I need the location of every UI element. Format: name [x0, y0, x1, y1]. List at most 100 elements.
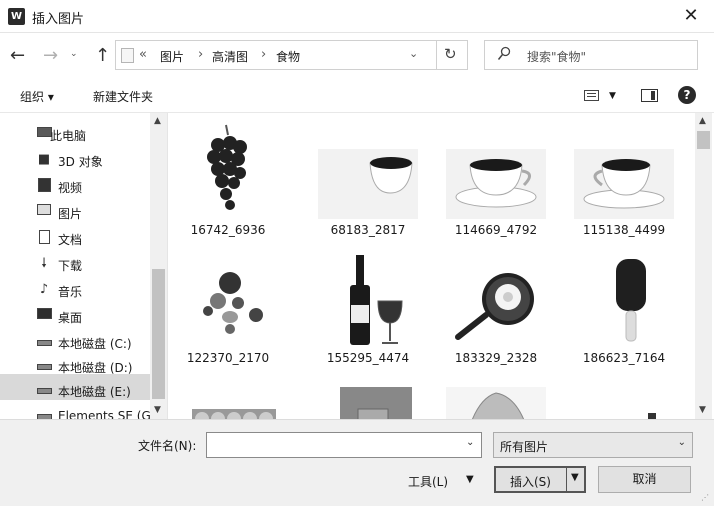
scroll-up-arrow[interactable]: ▲: [154, 116, 161, 126]
file-item[interactable]: 122370_2170: [168, 241, 288, 371]
command-toolbar: 组织 ▾ 新建文件夹 ▼ ?: [0, 79, 714, 113]
glass-thumbnail: [318, 379, 418, 419]
document-icon: [36, 230, 52, 246]
folder-icon: [121, 48, 134, 63]
cancel-button[interactable]: 取消: [598, 466, 691, 493]
bottle-thumbnail: [574, 379, 674, 419]
download-icon: 🠗: [41, 256, 47, 271]
eggs-thumbnail: [178, 379, 278, 419]
sidebar-item-label: 下载: [58, 259, 83, 273]
refresh-button[interactable]: ↻: [444, 45, 457, 63]
file-type-select[interactable]: 所有图片 ⌄: [493, 432, 693, 458]
forward-button[interactable]: →: [43, 45, 58, 66]
scroll-thumb[interactable]: [697, 131, 710, 149]
address-overflow[interactable]: «: [139, 47, 147, 62]
file-name: 183329_2328: [454, 351, 538, 365]
sidebar-item-label: 图片: [58, 207, 83, 221]
sidebar-item-music[interactable]: ♪ 音乐: [0, 277, 150, 303]
sidebar-item-label: 桌面: [58, 311, 83, 325]
file-item[interactable]: [168, 369, 288, 419]
view-list-icon: [584, 90, 599, 101]
up-button[interactable]: ↑: [95, 45, 110, 66]
preview-pane-button[interactable]: [641, 89, 658, 102]
filename-input[interactable]: [206, 432, 482, 458]
resize-grip-icon[interactable]: ⋰: [701, 493, 711, 503]
organize-button[interactable]: 组织 ▾: [20, 88, 54, 105]
chevron-down-icon: ▼: [609, 90, 616, 101]
breadcrumb-food[interactable]: 食物: [276, 48, 300, 65]
desktop-icon: [36, 308, 52, 324]
sidebar-item-desktop[interactable]: 桌面: [0, 303, 150, 329]
file-name: 186623_7164: [582, 351, 666, 365]
file-item[interactable]: 186623_7164: [564, 241, 684, 371]
chevron-down-icon: ⌄: [677, 437, 686, 448]
address-bar[interactable]: « 图片 › 高清图 › 食物 ⌄ ↻: [115, 40, 468, 70]
sidebar-item-elements-se[interactable]: Elements SE (G: [0, 403, 151, 419]
sidebar-item-drive-e[interactable]: 本地磁盘 (E:): [0, 377, 150, 403]
drive-icon: [36, 382, 52, 398]
file-name: 122370_2170: [186, 351, 270, 365]
file-list-scrollbar[interactable]: ▲ ▼: [695, 113, 712, 419]
file-item[interactable]: 114669_4792: [436, 113, 556, 243]
drive-icon: [36, 358, 52, 374]
sidebar-item-label: 音乐: [58, 285, 83, 299]
eggshell-thumbnail: [446, 379, 546, 419]
search-placeholder: 搜索"食物": [527, 50, 587, 64]
file-item[interactable]: [308, 369, 428, 419]
recent-locations-button[interactable]: ⌄: [70, 49, 78, 59]
file-name: 155295_4474: [326, 351, 410, 365]
insert-button[interactable]: 插入(S) ▼: [494, 466, 586, 493]
tools-dropdown-icon[interactable]: ▼: [466, 474, 474, 485]
new-folder-button[interactable]: 新建文件夹: [93, 88, 153, 105]
coffee-cup-thumbnail: [574, 123, 674, 219]
dialog-footer: 文件名(N): ⌄ 所有图片 ⌄ 工具(L) ▼ 插入(S) ▼ 取消 ⋰: [0, 419, 714, 506]
filename-history-dropdown[interactable]: ⌄: [466, 437, 474, 448]
breadcrumb-hd-pictures[interactable]: 高清图: [212, 48, 248, 65]
close-button[interactable]: ✕: [668, 0, 714, 32]
file-item[interactable]: 115138_4499: [564, 113, 684, 243]
sidebar-item-drive-c[interactable]: 本地磁盘 (C:): [0, 329, 150, 355]
file-name: 68183_2817: [330, 223, 406, 237]
file-item[interactable]: 68183_2817: [308, 113, 428, 243]
sidebar-item-downloads[interactable]: 🠗 下载: [0, 251, 150, 277]
scroll-up-arrow[interactable]: ▲: [699, 116, 706, 126]
window-title: 插入图片: [32, 12, 85, 27]
scroll-thumb[interactable]: [152, 269, 165, 399]
scroll-down-arrow[interactable]: ▼: [154, 405, 161, 415]
sidebar-item-this-pc[interactable]: 此电脑: [0, 121, 150, 147]
drive-icon: [36, 408, 52, 419]
insert-button-label: 插入(S): [510, 475, 551, 489]
sidebar-item-videos[interactable]: 视频: [0, 173, 150, 199]
breadcrumb-pictures[interactable]: 图片: [160, 48, 184, 65]
file-item[interactable]: 155295_4474: [308, 241, 428, 371]
file-item[interactable]: 183329_2328: [436, 241, 556, 371]
file-item[interactable]: [436, 369, 556, 419]
insert-options-dropdown[interactable]: ▼: [571, 472, 579, 483]
file-item[interactable]: 16742_6936: [168, 113, 288, 243]
sidebar-item-documents[interactable]: 文档: [0, 225, 150, 251]
drive-icon: [36, 334, 52, 350]
file-item[interactable]: [564, 369, 684, 419]
help-button[interactable]: ?: [678, 86, 696, 104]
address-dropdown-button[interactable]: ⌄: [409, 47, 418, 60]
file-list: 16742_6936 68183_2817 114669_4792 115138…: [168, 113, 695, 419]
breadcrumb-separator[interactable]: ›: [261, 47, 266, 62]
sidebar-item-label: 3D 对象: [58, 155, 103, 169]
sidebar-scrollbar[interactable]: ▲ ▼: [150, 113, 167, 419]
sidebar-item-3d-objects[interactable]: ■ 3D 对象: [0, 147, 150, 173]
split-divider: [566, 468, 567, 491]
view-options-button[interactable]: ▼: [584, 88, 616, 102]
sidebar-item-pictures[interactable]: 图片: [0, 199, 150, 225]
breadcrumb-separator[interactable]: ›: [198, 47, 203, 62]
picture-icon: [36, 204, 52, 220]
file-name: 16742_6936: [190, 223, 266, 237]
title-bar: W 插入图片 ✕: [0, 0, 714, 33]
back-button[interactable]: ←: [10, 45, 25, 66]
wine-thumbnail: [318, 251, 418, 347]
tools-button[interactable]: 工具(L): [408, 473, 448, 490]
sidebar-item-drive-d[interactable]: 本地磁盘 (D:): [0, 353, 150, 379]
scroll-down-arrow[interactable]: ▼: [699, 405, 706, 415]
search-input[interactable]: 搜索"食物": [484, 40, 698, 70]
film-icon: [36, 178, 52, 194]
address-divider: [436, 41, 437, 69]
